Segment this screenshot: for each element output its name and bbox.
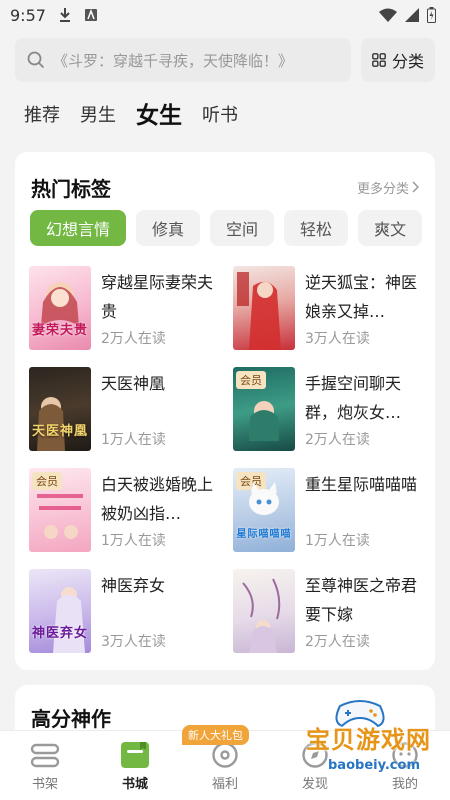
- book-title: 白天被逃婚晚上被奶凶指…: [101, 475, 214, 523]
- tag-thrilling[interactable]: 爽文: [358, 210, 423, 246]
- book-title: 神医弃女: [101, 576, 166, 595]
- grid-icon: [372, 53, 386, 67]
- more-categories-link[interactable]: 更多分类: [357, 178, 419, 197]
- book-cover: 会员 星际喵喵喵: [233, 468, 295, 552]
- nav-welfare[interactable]: 新人大礼包 福利: [180, 725, 270, 800]
- book-cover: 妻荣夫贵: [29, 266, 91, 350]
- book-title: 穿越星际妻荣夫贵: [101, 273, 214, 321]
- book-item[interactable]: 会员 星际喵喵喵 重生星际喵喵喵 1万人在读: [233, 468, 421, 552]
- book-item[interactable]: 至尊神医之帝君要下嫁 2万人在读: [233, 569, 421, 653]
- welfare-icon: [212, 742, 238, 768]
- book-title: 天医神凰: [101, 374, 166, 393]
- tag-space[interactable]: 空间: [210, 210, 275, 246]
- wifi-icon: [379, 8, 397, 22]
- book-readers: 2万人在读: [305, 634, 370, 650]
- book-readers: 3万人在读: [101, 634, 166, 650]
- status-bar: 9:57: [0, 0, 450, 30]
- bookshelf-icon: [30, 743, 60, 768]
- book-title: 至尊神医之帝君要下嫁: [305, 576, 418, 624]
- book-item[interactable]: 会员 手握空间聊天群，炮灰女… 2万人在读: [233, 367, 421, 451]
- tab-male[interactable]: 男生: [80, 102, 116, 130]
- book-title: 重生星际喵喵喵: [305, 475, 418, 494]
- book-readers: 1万人在读: [101, 432, 166, 448]
- more-categories-label: 更多分类: [356, 181, 409, 197]
- book-cover: 会员: [29, 468, 91, 552]
- book-item[interactable]: 逆天狐宝：神医娘亲又掉… 3万人在读: [233, 266, 421, 350]
- nav-bookshelf[interactable]: 书架: [0, 731, 90, 800]
- book-cover-title: 天医神凰: [31, 424, 88, 439]
- book-readers: 3万人在读: [305, 331, 370, 347]
- status-time: 9:57: [10, 5, 46, 25]
- tab-female[interactable]: 女生: [136, 102, 182, 130]
- book-readers: 1万人在读: [101, 533, 166, 549]
- search-row: 《斗罗：穿越千寻疾，天使降临！》 分类: [0, 30, 450, 82]
- high-score-title: 高分神作: [31, 707, 111, 731]
- nav-label: 福利: [211, 777, 238, 792]
- book-title: 手握空间聊天群，炮灰女…: [305, 374, 402, 422]
- tab-recommend[interactable]: 推荐: [24, 102, 60, 130]
- category-button[interactable]: 分类: [361, 38, 435, 82]
- battery-icon: [427, 7, 436, 23]
- new-user-gift-badge: 新人大礼包: [182, 725, 249, 745]
- book-cover: 神医弃女: [29, 569, 91, 653]
- book-cover: 天医神凰: [29, 367, 91, 451]
- tab-audiobook[interactable]: 听书: [202, 102, 238, 130]
- bookstore-icon: [121, 742, 149, 768]
- book-cover: [233, 569, 295, 653]
- search-input[interactable]: 《斗罗：穿越千寻疾，天使降临！》: [15, 38, 351, 82]
- watermark-url: baobeiy.com: [328, 758, 420, 773]
- download-icon: [59, 8, 70, 22]
- nav-label: 书城: [121, 777, 148, 792]
- book-readers: 2万人在读: [101, 331, 166, 347]
- book-cover-title: 星际喵喵喵: [236, 529, 292, 540]
- book-title: 逆天狐宝：神医娘亲又掉…: [305, 273, 418, 321]
- book-item[interactable]: 神医弃女 神医弃女 3万人在读: [29, 569, 217, 653]
- tag-row: 幻想言情 修真 空间 轻松 爽文: [15, 204, 435, 246]
- book-cover-title: 神医弃女: [31, 626, 88, 641]
- hot-tags-card: 热门标签 更多分类 幻想言情 修真 空间 轻松 爽文 妻荣夫贵 穿越星际妻荣夫贵…: [15, 152, 435, 670]
- signal-icon: [405, 8, 419, 22]
- book-item[interactable]: 妻荣夫贵 穿越星际妻荣夫贵 2万人在读: [29, 266, 217, 350]
- hot-tags-title: 热门标签: [31, 176, 111, 201]
- search-icon: [27, 51, 45, 69]
- channel-tabs: 推荐 男生 女生 听书: [0, 88, 450, 130]
- book-item[interactable]: 会员 白天被逃婚晚上被奶凶指… 1万人在读: [29, 468, 217, 552]
- search-placeholder: 《斗罗：穿越千寻疾，天使降临！》: [53, 51, 294, 70]
- app-notification-icon: [84, 8, 97, 21]
- watermark-text: 宝贝游戏网: [306, 726, 431, 754]
- book-cover: [233, 266, 295, 350]
- hot-tags-header: 热门标签 更多分类: [15, 152, 435, 204]
- tag-fantasy-romance[interactable]: 幻想言情: [30, 210, 127, 246]
- book-cover: 会员: [233, 367, 295, 451]
- book-readers: 1万人在读: [305, 533, 370, 549]
- book-readers: 2万人在读: [305, 432, 370, 448]
- tag-cultivation[interactable]: 修真: [136, 210, 201, 246]
- book-grid: 妻荣夫贵 穿越星际妻荣夫贵 2万人在读 逆天狐宝：神医娘亲又掉… 3万人在读 天…: [15, 246, 435, 653]
- site-watermark: 宝贝游戏网 baobeiy.com: [294, 696, 444, 786]
- category-button-label: 分类: [391, 52, 424, 71]
- nav-label: 书架: [31, 777, 58, 792]
- nav-bookstore[interactable]: 书城: [90, 731, 180, 800]
- tag-relaxed[interactable]: 轻松: [284, 210, 349, 246]
- book-cover-title: 妻荣夫贵: [31, 323, 88, 338]
- book-item[interactable]: 天医神凰 天医神凰 1万人在读: [29, 367, 217, 451]
- chevron-right-icon: [412, 181, 419, 193]
